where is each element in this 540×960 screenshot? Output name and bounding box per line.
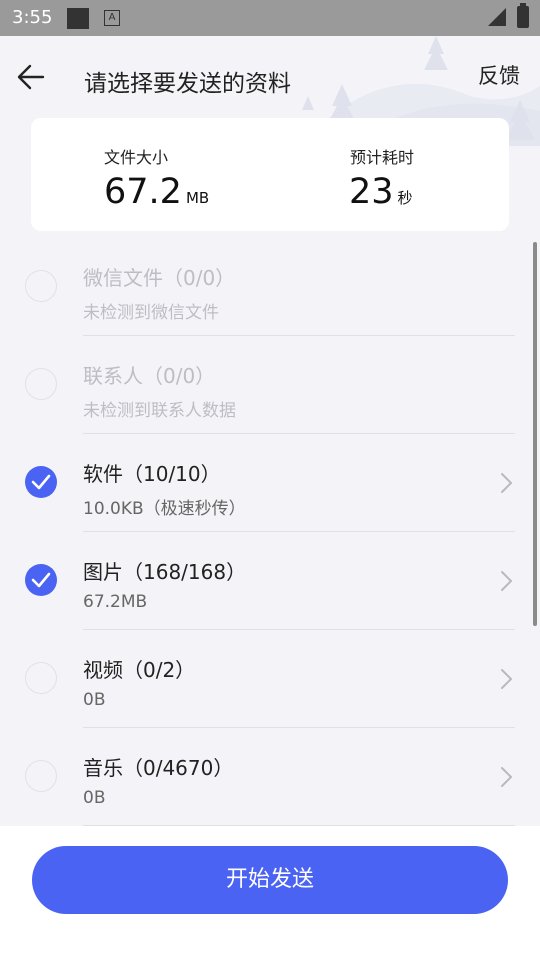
feedback-button[interactable]: 反馈 [478,60,520,90]
checked-circle-icon[interactable] [25,466,57,498]
item-name: 软件 [83,462,123,486]
list-item[interactable]: 音乐（0/4670） 0B [0,728,540,826]
footer: 开始发送 [0,826,540,960]
item-name: 图片 [83,560,123,584]
estimated-time-value: 23 秒 [349,172,413,212]
battery-icon [517,3,529,28]
list-item: 微信文件（0/0） 未检测到微信文件 [0,238,540,336]
top-bar: 请选择要发送的资料 反馈 [0,36,540,116]
chevron-right-icon[interactable] [499,667,515,691]
list-item[interactable]: 图片（168/168） 67.2MB [0,532,540,630]
estimated-time-unit: 秒 [397,189,413,207]
item-subtitle: 未检测到微信文件 [83,303,219,323]
item-title: 视频（0/2） [83,654,195,683]
chevron-right-icon[interactable] [499,471,515,495]
item-name: 视频 [83,658,123,682]
list-item[interactable]: 视频（0/2） 0B [0,630,540,728]
item-subtitle: 0B [83,788,106,808]
item-count: （0/0） [163,266,236,290]
item-subtitle: 10.0KB（极速秒传） [83,499,246,519]
chevron-right-icon[interactable] [499,765,515,789]
item-name: 音乐 [83,756,123,780]
item-count: （168/168） [123,560,247,584]
summary-card: 文件大小 67.2 MB 预计耗时 23 秒 [31,118,509,231]
checked-circle-icon[interactable] [25,564,57,596]
back-arrow-icon[interactable] [16,62,46,92]
status-bar: 3:55 A [0,0,540,36]
item-title: 微信文件（0/0） [83,262,235,291]
unchecked-circle-icon[interactable] [25,662,57,694]
item-title: 联系人（0/0） [83,360,215,389]
item-name: 联系人 [83,364,143,388]
start-send-button[interactable]: 开始发送 [32,846,508,914]
item-count: （0/4670） [123,756,234,780]
item-count: （10/10） [123,462,221,486]
file-size-value: 67.2 MB [104,172,209,212]
item-subtitle: 67.2MB [83,592,148,612]
file-size-label: 文件大小 [104,148,169,167]
status-time: 3:55 [12,7,53,28]
notification-square-icon [67,8,89,29]
scrollbar[interactable] [533,242,537,626]
file-size-number: 67.2 [104,172,182,212]
page-title: 请选择要发送的资料 [84,71,291,97]
signal-icon [488,8,506,26]
unchecked-circle-icon [25,368,57,400]
item-count: （0/2） [123,658,196,682]
unchecked-circle-icon [25,270,57,302]
item-name: 微信文件 [83,266,163,290]
item-title: 音乐（0/4670） [83,752,233,781]
item-title: 软件（10/10） [83,458,221,487]
chevron-right-icon[interactable] [499,569,515,593]
item-title: 图片（168/168） [83,556,246,585]
estimated-time-number: 23 [349,172,394,212]
item-subtitle: 未检测到联系人数据 [83,401,236,421]
unchecked-circle-icon[interactable] [25,760,57,792]
item-subtitle: 0B [83,690,106,710]
file-size-unit: MB [185,189,210,207]
estimated-time-label: 预计耗时 [350,148,415,167]
list-item[interactable]: 软件（10/10） 10.0KB（极速秒传） [0,434,540,532]
item-count: （0/0） [143,364,216,388]
notification-a-icon: A [104,10,120,26]
data-type-list: 微信文件（0/0） 未检测到微信文件 联系人（0/0） 未检测到联系人数据 软件（10/… [0,238,540,826]
list-item: 联系人（0/0） 未检测到联系人数据 [0,336,540,434]
